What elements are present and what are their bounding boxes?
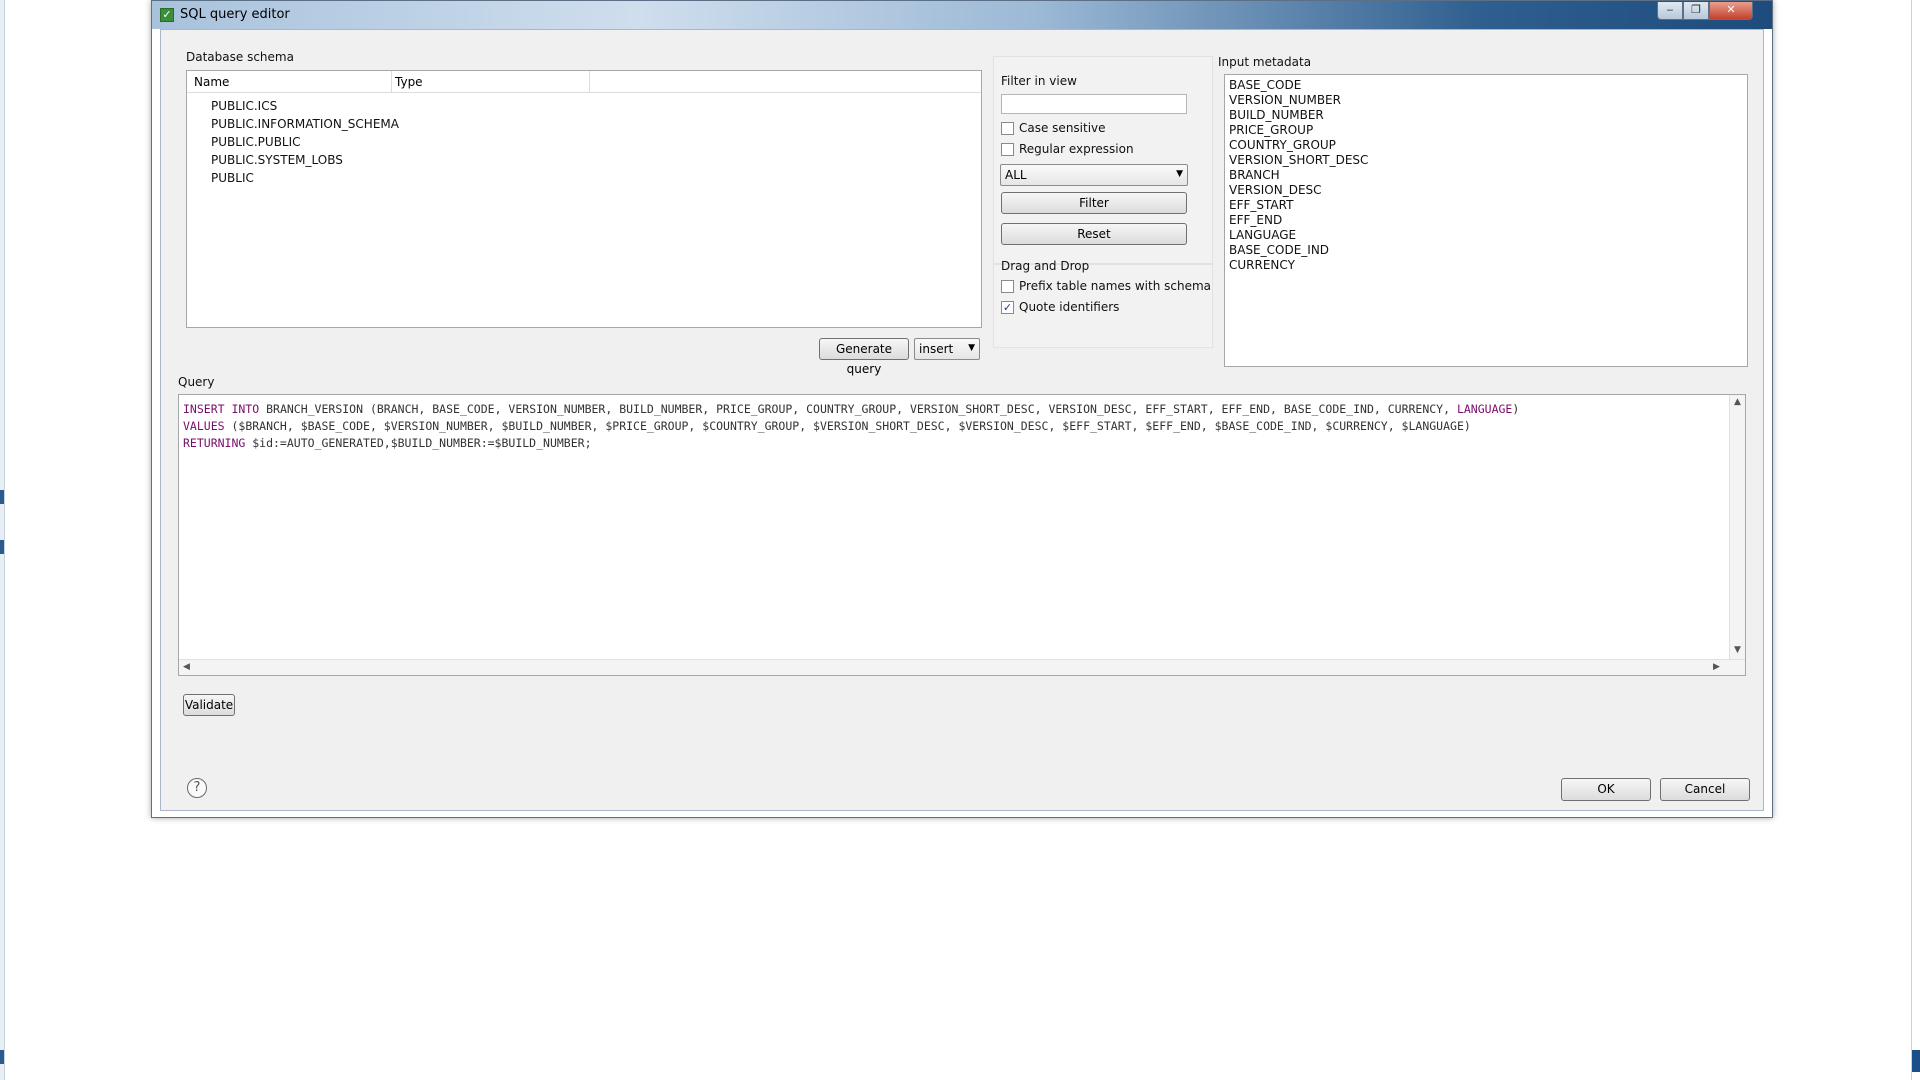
case-sensitive-checkbox[interactable] (1001, 122, 1014, 135)
metadata-item[interactable]: BASE_CODE (1229, 78, 1743, 93)
schema-item[interactable]: PUBLIC.SYSTEM_LOBS (211, 153, 343, 167)
prefix-table-names-checkbox[interactable] (1001, 280, 1014, 293)
scroll-up-icon[interactable]: ▲ (1734, 397, 1741, 407)
query-line: RETURNING $id:=AUTO_GENERATED,$BUILD_NUM… (183, 435, 1519, 452)
metadata-item[interactable]: EFF_START (1229, 198, 1743, 213)
desktop-marker (0, 540, 4, 554)
regular-expression-checkbox[interactable] (1001, 143, 1014, 156)
schema-item[interactable]: PUBLIC.INFORMATION_SCHEMA (211, 117, 399, 131)
column-header-type[interactable]: Type (395, 75, 423, 89)
metadata-item[interactable]: BRANCH (1229, 168, 1743, 183)
desktop-marker (0, 490, 4, 504)
generate-query-button[interactable]: Generate query (819, 338, 909, 376)
metadata-item[interactable]: EFF_END (1229, 213, 1743, 228)
desktop-left-edge (0, 0, 5, 1080)
scroll-left-icon[interactable]: ◀ (183, 662, 190, 672)
regular-expression-label: Regular expression (1019, 142, 1134, 156)
drag-and-drop-label: Drag and Drop (1001, 259, 1090, 273)
schema-tree[interactable]: Name Type PUBLIC.ICS PUBLIC.INFORMATION_… (186, 70, 982, 328)
title-bar[interactable]: ✓ SQL query editor ‒ ❐ ✕ (152, 1, 1772, 29)
desktop-marker (1912, 1050, 1920, 1072)
close-button[interactable]: ✕ (1709, 2, 1753, 20)
reset-button[interactable]: Reset (1001, 223, 1187, 245)
minimize-button[interactable]: ‒ (1657, 2, 1683, 20)
scroll-down-icon[interactable]: ▼ (1734, 645, 1741, 655)
schema-item[interactable]: PUBLIC.ICS (211, 99, 277, 113)
app-icon: ✓ (160, 8, 174, 22)
vertical-scrollbar[interactable]: ▲ ▼ (1729, 395, 1745, 659)
schema-tree-header: Name Type (187, 71, 981, 93)
schema-item[interactable]: PUBLIC (211, 171, 254, 185)
input-metadata-list[interactable]: BASE_CODE VERSION_NUMBER BUILD_NUMBER PR… (1224, 74, 1748, 367)
help-icon[interactable]: ? (187, 778, 207, 798)
quote-identifiers-label: Quote identifiers (1019, 300, 1120, 314)
metadata-item[interactable]: PRICE_GROUP (1229, 123, 1743, 138)
chevron-down-icon: ▼ (1176, 169, 1183, 179)
filter-in-view-label: Filter in view (1001, 74, 1077, 88)
filter-button[interactable]: Filter (1001, 192, 1187, 214)
horizontal-scrollbar[interactable]: ◀ ▶ (179, 659, 1745, 675)
sql-keyword: VALUES (183, 419, 225, 433)
dialog-client-area: Database schema Name Type PUBLIC.ICS PUB… (160, 29, 1764, 811)
metadata-item[interactable]: BASE_CODE_IND (1229, 243, 1743, 258)
metadata-item[interactable]: VERSION_NUMBER (1229, 93, 1743, 108)
desktop-marker (0, 1050, 4, 1064)
metadata-item[interactable]: BUILD_NUMBER (1229, 108, 1743, 123)
metadata-item[interactable]: VERSION_SHORT_DESC (1229, 153, 1743, 168)
schema-item[interactable]: PUBLIC.PUBLIC (211, 135, 301, 149)
filter-scope-select[interactable]: ALL ▼ (1000, 164, 1188, 186)
prefix-table-names-label: Prefix table names with schema (1019, 279, 1212, 293)
window-title: SQL query editor (180, 7, 290, 22)
sql-text: ) (1512, 402, 1520, 416)
maximize-button[interactable]: ❐ (1683, 2, 1709, 20)
input-metadata-label: Input metadata (1218, 55, 1312, 69)
query-editor[interactable]: INSERT INTO BRANCH_VERSION (BRANCH, BASE… (178, 394, 1746, 676)
query-type-value: insert (919, 342, 954, 356)
query-text[interactable]: INSERT INTO BRANCH_VERSION (BRANCH, BASE… (183, 401, 1519, 452)
sql-text: BRANCH_VERSION (BRANCH, BASE_CODE, VERSI… (259, 402, 1457, 416)
database-schema-label: Database schema (186, 50, 294, 64)
filter-input[interactable] (1001, 94, 1187, 114)
column-separator[interactable] (391, 71, 392, 93)
sql-query-editor-window: ✓ SQL query editor ‒ ❐ ✕ Database schema… (151, 0, 1773, 818)
query-line: INSERT INTO BRANCH_VERSION (BRANCH, BASE… (183, 401, 1519, 418)
query-label: Query (178, 375, 215, 389)
desktop-right-edge (1911, 0, 1920, 1080)
sql-keyword: INSERT INTO (183, 402, 260, 416)
quote-identifiers-checkbox[interactable]: ✓ (1001, 301, 1014, 314)
chevron-down-icon: ▼ (968, 343, 975, 353)
sql-text: ($BRANCH, $BASE_CODE, $VERSION_NUMBER, $… (224, 419, 1471, 433)
metadata-item[interactable]: COUNTRY_GROUP (1229, 138, 1743, 153)
query-type-select[interactable]: insert ▼ (914, 338, 980, 360)
ok-button[interactable]: OK (1561, 778, 1651, 801)
query-line: VALUES ($BRANCH, $BASE_CODE, $VERSION_NU… (183, 418, 1519, 435)
metadata-item[interactable]: LANGUAGE (1229, 228, 1743, 243)
validate-button[interactable]: Validate (183, 694, 235, 716)
case-sensitive-label: Case sensitive (1019, 121, 1106, 135)
sql-text: $id:=AUTO_GENERATED,$BUILD_NUMBER:=$BUIL… (245, 436, 592, 450)
sql-keyword: LANGUAGE (1456, 402, 1513, 416)
sql-keyword: RETURNING (183, 436, 246, 450)
filter-scope-value: ALL (1005, 168, 1027, 182)
metadata-item[interactable]: CURRENCY (1229, 258, 1743, 273)
cancel-button[interactable]: Cancel (1660, 778, 1750, 801)
column-separator[interactable] (589, 71, 590, 93)
scroll-right-icon[interactable]: ▶ (1713, 662, 1720, 672)
metadata-item[interactable]: VERSION_DESC (1229, 183, 1743, 198)
column-header-name[interactable]: Name (194, 75, 229, 89)
